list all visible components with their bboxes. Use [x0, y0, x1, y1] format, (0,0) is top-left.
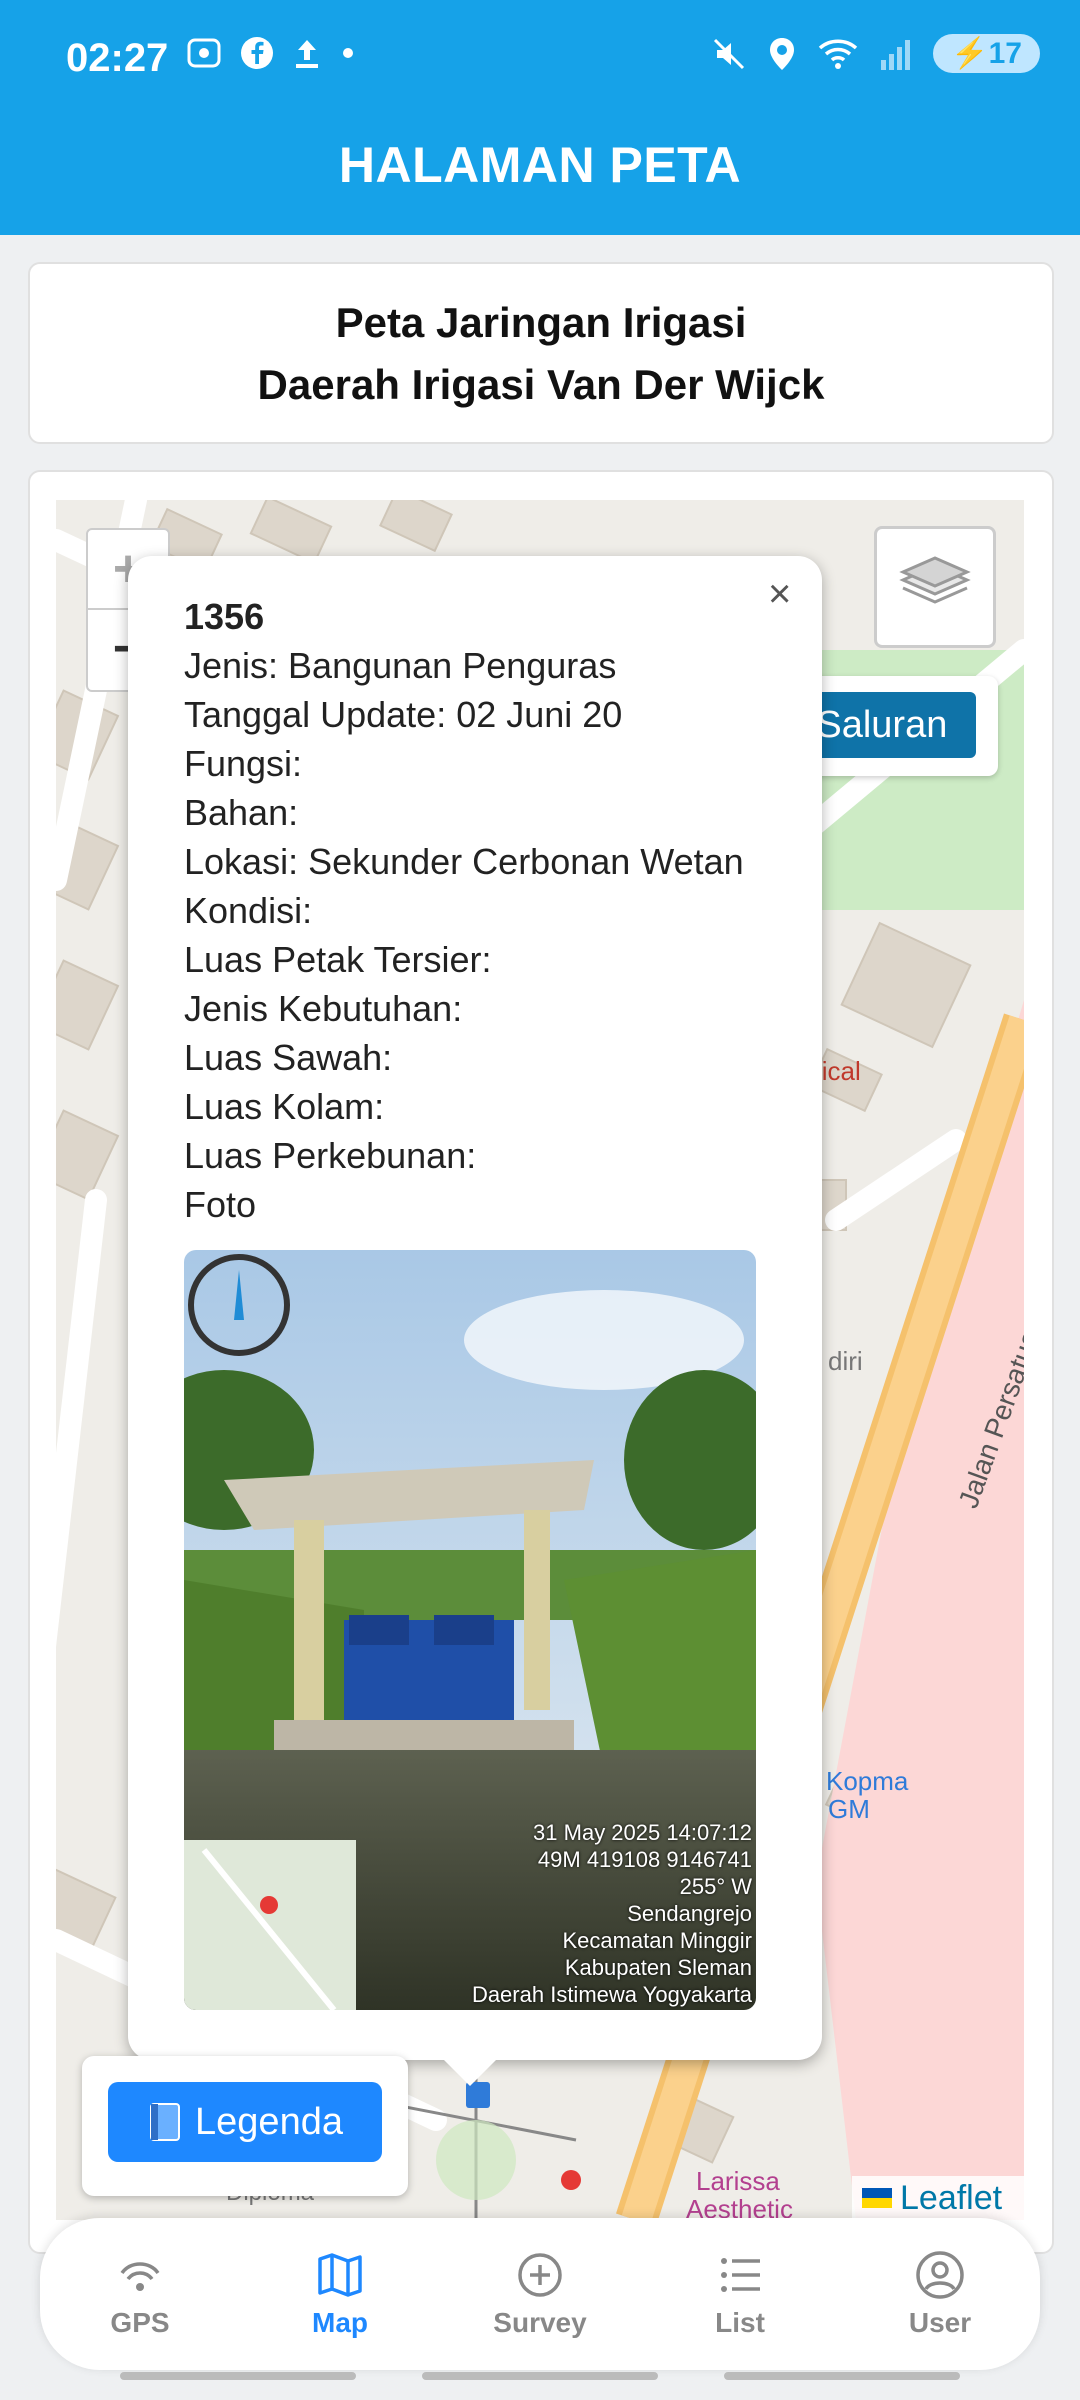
map-label-poi2: Larissa [696, 2166, 780, 2196]
dot-icon [343, 48, 353, 58]
status-icons-left [186, 36, 356, 70]
layers-button[interactable] [874, 526, 996, 648]
gesture-bar-left [120, 2372, 356, 2380]
photo-stamp-line: Sendangrejo [627, 1901, 752, 1926]
map-label-poi2b: Aesthetic [686, 2194, 793, 2220]
signal-icon [881, 39, 911, 70]
popup-tip [442, 2058, 498, 2086]
status-time: 02:27 [66, 36, 169, 80]
facebook-icon [241, 37, 273, 69]
nav-survey[interactable]: Survey [450, 2249, 630, 2339]
photo-stamp-line: 255° W [679, 1874, 752, 1899]
nav-label: Map [312, 2307, 368, 2338]
popup-field: Jenis Kebutuhan: [184, 988, 463, 1029]
app-bar: HALAMAN PETA [0, 120, 1080, 235]
nav-label: List [715, 2307, 765, 2338]
nav-user[interactable]: User [850, 2249, 1030, 2339]
gesture-bar-center [422, 2372, 658, 2380]
map-label-diri: diri [828, 1346, 863, 1376]
photo-stamp-line: Daerah Istimewa Yogyakarta [471, 1982, 752, 2007]
map-title-card: Peta Jaringan Irigasi Daerah Irigasi Van… [28, 262, 1054, 444]
nav-gps[interactable]: GPS [50, 2249, 230, 2339]
gesture-bar-right [724, 2372, 960, 2380]
popup-field: Lokasi: Sekunder Cerbonan Wetan [184, 841, 744, 882]
photo-stamp: 31 May 2025 14:07:12 49M 419108 9146741 … [472, 1819, 752, 2008]
plus-circle-icon [518, 2253, 562, 2297]
map-label-medical: lical [816, 1056, 861, 1086]
photo-stamp-line: 49M 419108 9146741 [537, 1847, 752, 1872]
attribution-label: Leaflet [900, 2178, 1003, 2217]
gps-icon [120, 2262, 160, 2291]
popup-field: Luas Perkebunan: [184, 1135, 477, 1176]
map-title-line2: Daerah Irigasi Van Der Wijck [257, 361, 825, 408]
popup-content: 1356 Jenis: Bangunan Penguras Tanggal Up… [184, 592, 804, 1229]
photo-stamp-line: Kabupaten Sleman [564, 1955, 752, 1980]
nav-label: User [908, 2307, 972, 2338]
popup-id: 1356 [184, 596, 265, 637]
nav-label: Survey [493, 2307, 587, 2338]
photo-stamp-line: 31 May 2025 14:07:12 [533, 1820, 752, 1845]
location-icon [770, 37, 795, 70]
feature-popup: × 1356 Jenis: Bangunan Penguras Tanggal … [128, 556, 822, 2060]
status-icons-right: ⚡17 [711, 34, 1040, 73]
map-title-line1: Peta Jaringan Irigasi [335, 299, 747, 346]
nav-label: GPS [110, 2307, 170, 2338]
legenda-control: Legenda [82, 2056, 408, 2196]
popup-field: Luas Sawah: [184, 1037, 393, 1078]
battery-level: 17 [988, 37, 1022, 70]
legenda-label: Legenda [195, 2100, 343, 2143]
popup-field: Fungsi: [184, 743, 303, 784]
mute-icon [714, 38, 745, 69]
bottom-nav: GPS Map Survey List User [40, 2218, 1040, 2370]
list-icon [721, 2258, 760, 2292]
popup-photo[interactable]: 31 May 2025 14:07:12 49M 419108 9146741 … [184, 1250, 756, 2010]
map-icon [318, 2253, 362, 2297]
upload-icon [296, 40, 318, 68]
book-icon [150, 2103, 181, 2141]
popup-field: Tanggal Update: 02 Juni 2025 [184, 694, 624, 735]
status-bar: 02:27 ⚡17 [0, 0, 1080, 120]
battery-icon: ⚡17 [933, 34, 1040, 73]
popup-field: Jenis: Bangunan Penguras [184, 645, 617, 686]
popup-field: Kondisi: [184, 890, 313, 931]
screenshot-icon [187, 38, 221, 68]
layers-icon [899, 556, 971, 604]
wifi-icon [819, 39, 858, 69]
popup-field: Luas Petak Tersier: [184, 939, 492, 980]
legenda-button[interactable]: Legenda [108, 2082, 382, 2162]
page-title: HALAMAN PETA [338, 137, 742, 193]
nav-map[interactable]: Map [250, 2249, 430, 2339]
map-label-poi1b: GM [828, 1794, 870, 1824]
popup-field: Luas Kolam: [184, 1086, 385, 1127]
map-attribution[interactable]: Leaflet [852, 2176, 1032, 2220]
ukraine-flag-icon [862, 2188, 892, 2208]
user-icon [916, 2251, 964, 2299]
map-label-poi1: Kopma [826, 1766, 909, 1796]
popup-field: Foto [184, 1184, 257, 1225]
nav-list[interactable]: List [650, 2249, 830, 2339]
popup-field: Bahan: [184, 792, 299, 833]
photo-stamp-line: Kecamatan Minggir [562, 1928, 752, 1953]
